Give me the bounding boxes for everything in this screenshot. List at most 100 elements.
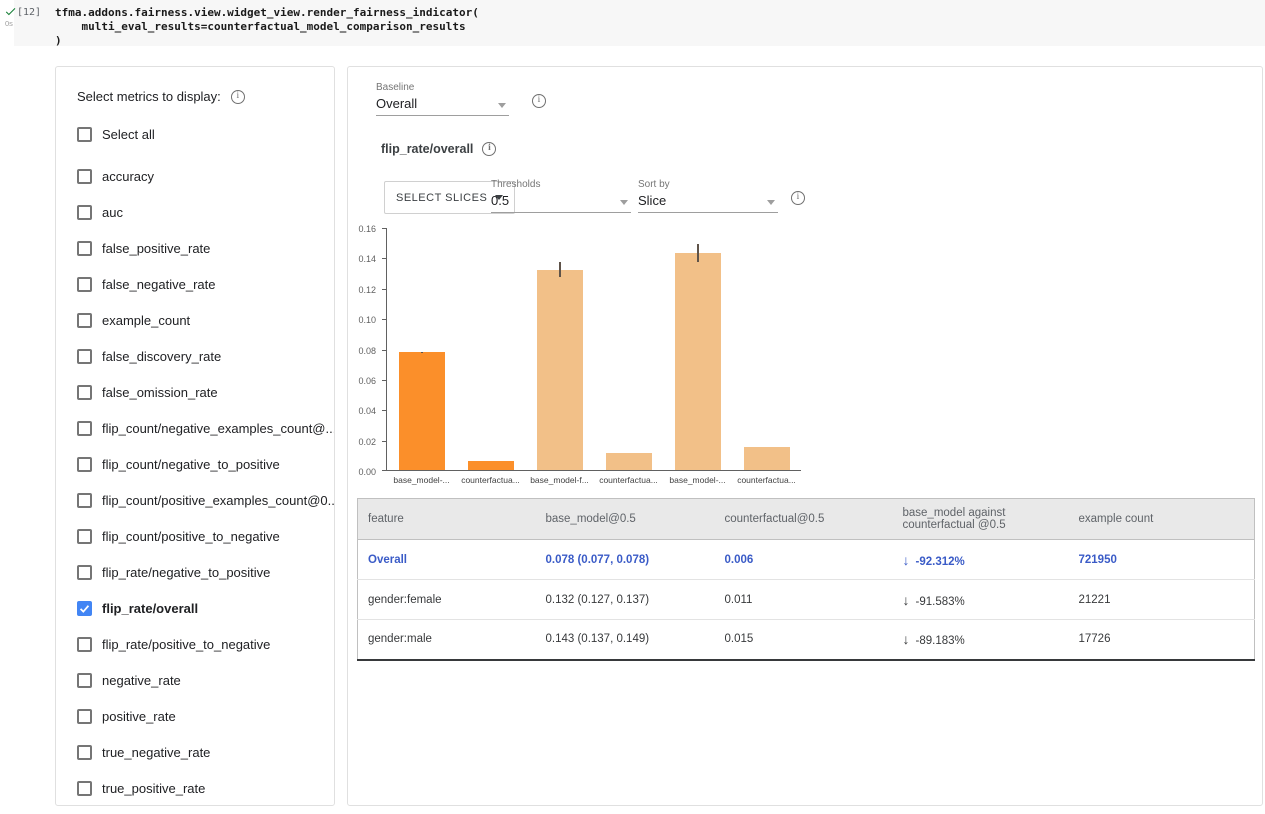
checkbox-unchecked-icon[interactable] (77, 529, 92, 544)
checkbox-checked-icon[interactable] (77, 601, 92, 616)
checkbox-unchecked-icon[interactable] (77, 385, 92, 400)
against-value: -91.583% (916, 596, 965, 608)
checkbox-unchecked-icon[interactable] (77, 709, 92, 724)
cell-feature: gender:male (358, 620, 536, 660)
cell-run-success-icon[interactable] (4, 5, 18, 19)
metric-item-false-negative-rate[interactable]: false_negative_rate (56, 266, 334, 302)
checkbox-unchecked-icon[interactable] (77, 565, 92, 580)
metric-item-false-positive-rate[interactable]: false_positive_rate (56, 230, 334, 266)
metric-label: auc (102, 205, 123, 220)
cell-counterfactual: 0.006 (715, 540, 893, 580)
bar-base-model-f[interactable] (537, 270, 583, 470)
metric-item-flip-rate-positive-to-negative[interactable]: flip_rate/positive_to_negative (56, 626, 334, 662)
metric-item-accuracy[interactable]: accuracy (56, 158, 334, 194)
checkbox-unchecked-icon[interactable] (77, 169, 92, 184)
y-axis-tick-mark (382, 350, 386, 351)
y-axis-tick-label: 0.14 (343, 254, 376, 264)
metric-item-false-discovery-rate[interactable]: false_discovery_rate (56, 338, 334, 374)
table-row-gender-male[interactable]: gender:male0.143 (0.137, 0.149)0.015↓-89… (358, 620, 1255, 660)
bar-base-model[interactable] (675, 253, 721, 470)
metric-item-negative-rate[interactable]: negative_rate (56, 662, 334, 698)
y-axis-tick-mark (382, 441, 386, 442)
baseline-info-icon[interactable] (532, 94, 546, 108)
checkbox-unchecked-icon[interactable] (77, 241, 92, 256)
sort-by-select-value: Slice (638, 193, 666, 208)
metric-label: Select all (102, 127, 155, 142)
metric-label: positive_rate (102, 709, 176, 724)
metric-item-positive-rate[interactable]: positive_rate (56, 698, 334, 734)
column-header-base-model-0-5[interactable]: base_model@0.5 (536, 499, 715, 540)
checkbox-unchecked-icon[interactable] (77, 637, 92, 652)
metric-item-flip-rate-negative-to-positive[interactable]: flip_rate/negative_to_positive (56, 554, 334, 590)
checkbox-unchecked-icon[interactable] (77, 421, 92, 436)
metric-label: flip_rate/overall (102, 601, 198, 616)
column-header-base-model-against-counterfactual-0-5[interactable]: base_model against counterfactual @0.5 (893, 499, 1069, 540)
checkbox-unchecked-icon[interactable] (77, 277, 92, 292)
metric-item-auc[interactable]: auc (56, 194, 334, 230)
metric-item-true-negative-rate[interactable]: true_negative_rate (56, 734, 334, 770)
metric-item-flip-rate-overall[interactable]: flip_rate/overall (56, 590, 334, 626)
metric-item-false-omission-rate[interactable]: false_omission_rate (56, 374, 334, 410)
column-header-feature[interactable]: feature (358, 499, 536, 540)
bar-counterfactua[interactable] (468, 461, 514, 470)
metric-item-flip-count-negative-examples-count[interactable]: flip_count/negative_examples_count@... (56, 410, 334, 446)
baseline-select-value: Overall (376, 96, 417, 111)
checkbox-unchecked-icon[interactable] (77, 127, 92, 142)
metrics-list: Select all accuracy auc false_positive_rate… (56, 116, 334, 806)
cell-example-count: 17726 (1069, 620, 1255, 660)
bar-counterfactua[interactable] (744, 447, 790, 470)
y-axis-tick-label: 0.10 (343, 315, 376, 325)
checkbox-unchecked-icon[interactable] (77, 745, 92, 760)
table-row-overall[interactable]: Overall0.078 (0.077, 0.078)0.006↓-92.312… (358, 540, 1255, 580)
metric-item-true-positive-rate[interactable]: true_positive_rate (56, 770, 334, 806)
checkbox-unchecked-icon[interactable] (77, 313, 92, 328)
bar-base-model[interactable] (399, 352, 445, 470)
checkbox-unchecked-icon[interactable] (77, 349, 92, 364)
against-value: -92.312% (916, 556, 965, 568)
x-axis-tick-label: base_model-f... (530, 475, 589, 485)
cell-base-model-against-counterfactual: ↓ -91.583% (893, 580, 1069, 620)
metric-label: flip_count/negative_to_positive (102, 457, 280, 472)
metrics-info-icon[interactable] (231, 90, 245, 104)
cell-feature: Overall (358, 540, 536, 580)
metric-item-flip-count-negative-to-positive[interactable]: flip_count/negative_to_positive (56, 446, 334, 482)
error-bar (421, 352, 423, 354)
metric-item-example-count[interactable]: example_count (56, 302, 334, 338)
y-axis-tick-label: 0.04 (343, 406, 376, 416)
metric-item-flip-count-positive-examples-count-0[interactable]: flip_count/positive_examples_count@0... (56, 482, 334, 518)
code-editor[interactable]: tfma.addons.fairness.view.widget_view.re… (55, 6, 479, 48)
against-value: -89.183% (916, 635, 965, 647)
table-row-gender-female[interactable]: gender:female0.132 (0.127, 0.137)0.011↓-… (358, 580, 1255, 620)
metric-title-info-icon[interactable] (482, 142, 496, 156)
checkbox-unchecked-icon[interactable] (77, 781, 92, 796)
bar-counterfactua[interactable] (606, 453, 652, 470)
metric-label: flip_count/positive_examples_count@0... (102, 493, 335, 508)
metric-label: flip_rate/positive_to_negative (102, 637, 270, 652)
bar-group: counterfactua... (456, 228, 525, 470)
cell-example-count: 21221 (1069, 580, 1255, 620)
metric-label: false_omission_rate (102, 385, 218, 400)
cell-counterfactual: 0.015 (715, 620, 893, 660)
sort-by-select[interactable]: Slice (638, 192, 778, 213)
thresholds-select[interactable]: 0.5 (491, 192, 631, 213)
y-axis-tick-mark (382, 319, 386, 320)
checkbox-unchecked-icon[interactable] (77, 205, 92, 220)
metric-label: true_negative_rate (102, 745, 210, 760)
baseline-field: Baseline Overall (376, 82, 509, 116)
checkbox-unchecked-icon[interactable] (77, 493, 92, 508)
controls-info-icon[interactable] (791, 191, 805, 205)
baseline-select[interactable]: Overall (376, 95, 509, 116)
arrow-downward-icon: ↓ (903, 592, 910, 608)
metric-label: flip_count/negative_examples_count@... (102, 421, 335, 436)
checkbox-unchecked-icon[interactable] (77, 673, 92, 688)
metric-label: true_positive_rate (102, 781, 205, 796)
y-axis-tick-label: 0.16 (343, 224, 376, 234)
column-header-example-count[interactable]: example count (1069, 499, 1255, 540)
y-axis-tick-mark (382, 258, 386, 259)
column-header-counterfactual-0-5[interactable]: counterfactual@0.5 (715, 499, 893, 540)
cell-base-model: 0.132 (0.127, 0.137) (536, 580, 715, 620)
checkbox-unchecked-icon[interactable] (77, 457, 92, 472)
metric-item-select-all[interactable]: Select all (56, 116, 334, 152)
table-header-row: featurebase_model@0.5counterfactual@0.5b… (358, 499, 1255, 540)
metric-item-flip-count-positive-to-negative[interactable]: flip_count/positive_to_negative (56, 518, 334, 554)
